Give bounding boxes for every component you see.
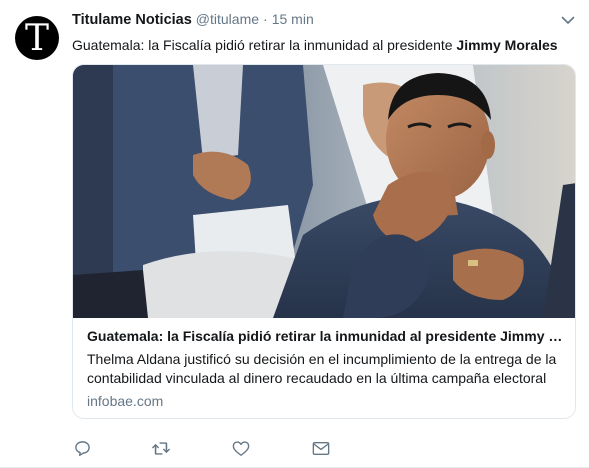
- direct-message-button[interactable]: [311, 438, 331, 458]
- tweet-actions: [72, 438, 372, 458]
- direct-message-icon: [312, 441, 330, 455]
- tweet-header: Titulame Noticias @titulame · 15 min: [72, 11, 314, 31]
- separator-dot: ·: [263, 11, 268, 27]
- like-icon: [232, 440, 250, 456]
- avatar[interactable]: T: [15, 16, 59, 60]
- tweet-text-bold: Jimmy Morales: [456, 37, 558, 53]
- timestamp[interactable]: 15 min: [272, 11, 314, 27]
- retweet-button[interactable]: [151, 438, 171, 458]
- card-photo: [73, 65, 575, 318]
- chevron-down-icon[interactable]: [561, 13, 575, 27]
- reply-icon: [74, 440, 90, 456]
- tweet[interactable]: T Titulame Noticias @titulame · 15 min G…: [0, 0, 589, 468]
- like-button[interactable]: [231, 438, 251, 458]
- retweet-icon: [152, 441, 170, 455]
- reply-button[interactable]: [72, 438, 92, 458]
- card-title[interactable]: Guatemala: la Fiscalía pidió retirar la …: [87, 327, 563, 345]
- card-description: Thelma Aldana justificó su decisión en e…: [87, 351, 557, 386]
- author-handle[interactable]: @titulame: [196, 11, 259, 27]
- card-body: Guatemala: la Fiscalía pidió retirar la …: [87, 327, 567, 410]
- tweet-text-plain: Guatemala: la Fiscalía pidió retirar la …: [72, 37, 457, 53]
- tweet-text: Guatemala: la Fiscalía pidió retirar la …: [72, 36, 577, 54]
- link-card[interactable]: Guatemala: la Fiscalía pidió retirar la …: [72, 64, 576, 419]
- card-domain: infobae.com: [87, 393, 164, 409]
- author-name[interactable]: Titulame Noticias: [72, 12, 192, 28]
- avatar-logo-letter: T: [24, 18, 49, 59]
